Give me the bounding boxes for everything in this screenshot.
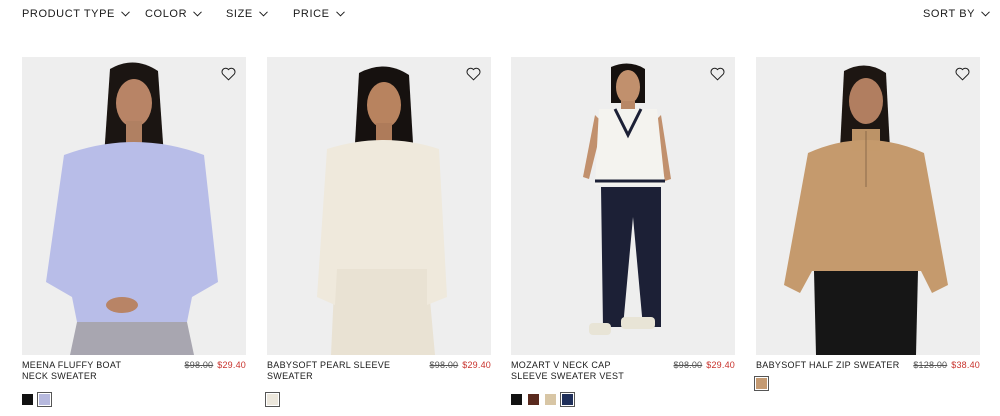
color-swatch[interactable] <box>265 392 280 407</box>
product-info: MEENA FLUFFY BOAT NECK SWEATER $98.00 $29… <box>22 360 246 394</box>
color-swatch[interactable] <box>37 392 52 407</box>
chevron-down-icon <box>335 11 345 17</box>
wishlist-heart-icon[interactable] <box>955 67 970 81</box>
product-image[interactable] <box>756 57 980 355</box>
color-swatches <box>511 392 735 407</box>
product-prices: $98.00 $29.40 <box>185 360 246 370</box>
model-figure <box>784 65 948 355</box>
product-card[interactable]: MOZART V NECK CAP SLEEVE SWEATER VEST $9… <box>511 57 735 407</box>
model-figure <box>46 62 218 355</box>
color-swatch[interactable] <box>545 394 556 405</box>
product-card[interactable]: BABYSOFT HALF ZIP SWEATER $128.00 $38.40 <box>754 57 980 391</box>
filter-bar: PRODUCT TYPE COLOR SIZE PRICE SORT BY <box>0 0 1000 30</box>
original-price: $98.00 <box>673 360 703 370</box>
color-swatches <box>22 392 246 407</box>
color-swatch[interactable] <box>22 394 33 405</box>
product-image[interactable] <box>511 57 735 355</box>
product-image[interactable] <box>22 57 246 355</box>
chevron-down-icon <box>981 11 990 17</box>
product-name[interactable]: MEENA FLUFFY BOAT NECK SWEATER <box>22 360 150 382</box>
product-prices: $98.00 $29.40 <box>674 360 735 370</box>
sort-by-dropdown[interactable]: SORT BY <box>923 8 990 20</box>
filter-price[interactable]: PRICE <box>293 8 345 20</box>
filter-color-label: COLOR <box>145 8 188 20</box>
filter-product-type-label: PRODUCT TYPE <box>22 8 115 20</box>
product-name[interactable]: BABYSOFT HALF ZIP SWEATER <box>756 360 906 371</box>
color-swatch[interactable] <box>528 394 539 405</box>
product-image[interactable] <box>267 57 491 355</box>
filter-size-label: SIZE <box>226 8 253 20</box>
wishlist-heart-icon[interactable] <box>710 67 725 81</box>
color-swatches <box>754 376 980 391</box>
product-card[interactable]: BABYSOFT PEARL SLEEVE SWEATER $98.00 $29.… <box>265 57 491 407</box>
chevron-down-icon <box>121 11 130 17</box>
product-name[interactable]: BABYSOFT PEARL SLEEVE SWEATER <box>267 360 395 382</box>
color-swatch[interactable] <box>754 376 769 391</box>
original-price: $98.00 <box>184 360 214 370</box>
original-price: $128.00 <box>913 360 948 370</box>
model-figure <box>583 63 671 335</box>
sale-price: $38.40 <box>951 360 980 370</box>
wishlist-heart-icon[interactable] <box>221 67 236 81</box>
product-prices: $128.00 $38.40 <box>913 360 980 370</box>
sale-price: $29.40 <box>217 360 246 370</box>
color-swatch[interactable] <box>511 394 522 405</box>
color-swatches <box>265 392 491 407</box>
filter-size[interactable]: SIZE <box>226 8 268 20</box>
original-price: $98.00 <box>429 360 459 370</box>
chevron-down-icon <box>193 11 202 17</box>
sale-price: $29.40 <box>462 360 491 370</box>
filter-color[interactable]: COLOR <box>145 8 202 20</box>
model-figure <box>317 66 447 355</box>
product-info: BABYSOFT HALF ZIP SWEATER $128.00 $38.40 <box>756 360 980 378</box>
filter-product-type[interactable]: PRODUCT TYPE <box>22 8 130 20</box>
product-card[interactable]: MEENA FLUFFY BOAT NECK SWEATER $98.00 $29… <box>22 57 246 407</box>
product-name[interactable]: MOZART V NECK CAP SLEEVE SWEATER VEST <box>511 360 639 382</box>
sort-by-label: SORT BY <box>923 8 976 20</box>
product-info: BABYSOFT PEARL SLEEVE SWEATER $98.00 $29.… <box>267 360 491 394</box>
product-info: MOZART V NECK CAP SLEEVE SWEATER VEST $9… <box>511 360 735 394</box>
filter-price-label: PRICE <box>293 8 330 20</box>
product-prices: $98.00 $29.40 <box>430 360 491 370</box>
chevron-down-icon <box>259 11 268 17</box>
sale-price: $29.40 <box>706 360 735 370</box>
wishlist-heart-icon[interactable] <box>466 67 481 81</box>
color-swatch[interactable] <box>560 392 575 407</box>
